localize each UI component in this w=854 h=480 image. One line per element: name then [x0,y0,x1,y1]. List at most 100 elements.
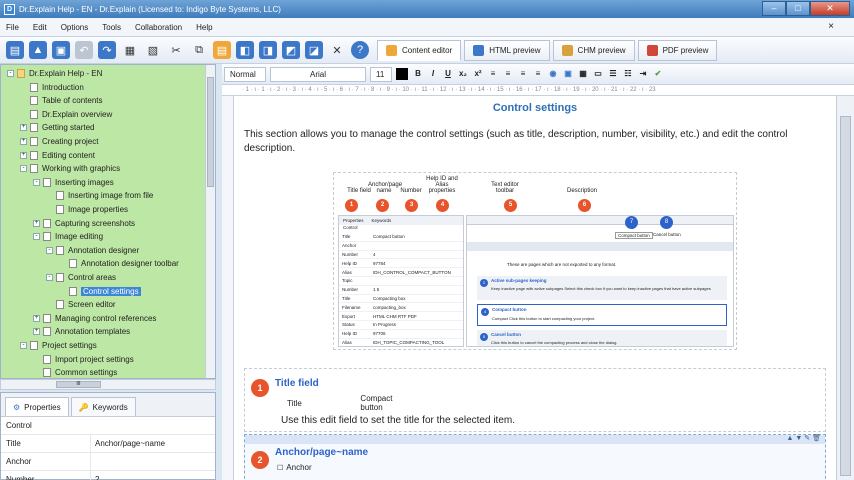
menu-edit[interactable]: Edit [33,23,47,32]
content-editor[interactable]: Control settings This section allows you… [234,96,836,480]
numbered-list-icon[interactable]: ☷ [622,68,634,80]
capture-screen-icon[interactable]: ◪ [305,41,323,59]
insert-page-icon[interactable]: ▦ [121,41,139,59]
menu-tools[interactable]: Tools [102,23,121,32]
collapse-icon[interactable]: - [46,274,53,281]
tree-item[interactable]: - Control areas [46,271,116,284]
annotated-screenshot[interactable]: Title field Anchor/page name Number Help… [333,172,737,350]
close-button[interactable]: ✕ [810,1,850,16]
close-document-icon[interactable]: × [828,21,834,32]
spellcheck-icon[interactable]: ✔ [652,68,664,80]
tree-item[interactable]: Control settings [59,285,141,298]
minimize-button[interactable]: – [762,1,786,16]
tree-item[interactable]: - Annotation designer [46,244,139,257]
tree-hscroll-thumb[interactable]: III [56,381,101,388]
align-center-icon[interactable]: ≡ [502,68,514,80]
capture-window-icon[interactable]: ◧ [236,41,254,59]
tree-hscrollbar[interactable]: III [0,379,216,390]
tree-item[interactable]: Common settings [33,366,117,378]
open-project-icon[interactable]: ▲ [29,41,47,59]
tab-pdf-preview[interactable]: PDF preview [637,39,718,61]
tree-item[interactable]: + Getting started [20,121,94,134]
copy-icon[interactable]: ⧉ [190,41,208,59]
expand-icon[interactable]: + [33,314,40,322]
content-scroll-thumb[interactable] [840,116,851,476]
menu-file[interactable]: File [6,23,19,32]
tree-item[interactable]: - Project settings [20,339,97,352]
tree-item[interactable]: Import project settings [33,353,134,366]
capture-region-icon[interactable]: ◨ [259,41,277,59]
underline-button[interactable]: U [442,68,454,80]
insert-field-icon[interactable]: ▭ [592,68,604,80]
control-section-anchor[interactable]: ▲ ▼ ✎ 🗑 2 Anchor/page~name ☐ Anchor [244,434,826,480]
tree-item[interactable]: + Capturing screenshots [33,217,135,230]
insert-child-page-icon[interactable]: ▧ [144,41,162,59]
tree-item[interactable]: + Editing content [20,149,95,162]
indent-icon[interactable]: ⇥ [637,68,649,80]
tools-icon[interactable]: ✕ [328,41,346,59]
help-icon[interactable]: ? [351,41,369,59]
align-left-icon[interactable]: ≡ [487,68,499,80]
tree-item[interactable]: Screen editor [46,298,116,311]
cut-icon[interactable]: ✂ [167,41,185,59]
style-select[interactable]: Normal [224,66,266,82]
tree-item[interactable]: Annotation designer toolbar [59,257,179,270]
collapse-icon[interactable]: - [46,246,53,254]
maximize-button[interactable]: □ [786,1,810,16]
subscript-button[interactable]: x₂ [457,68,469,80]
property-row[interactable]: Title Anchor/page~name [1,435,215,453]
tree-item[interactable]: Dr.Explain overview [20,108,112,121]
tab-chm-preview[interactable]: CHM preview [552,39,635,61]
insert-image-icon[interactable]: ▣ [562,68,574,80]
expand-icon[interactable]: + [20,151,27,159]
superscript-button[interactable]: x² [472,68,484,80]
tree-item[interactable]: + Managing control references [33,312,156,325]
checkbox-icon[interactable]: ☐ [277,465,283,472]
italic-button[interactable]: I [427,68,439,80]
control-section-title-field[interactable]: 1 Title field Title Compact button Use t… [244,368,826,432]
tab-properties[interactable]: ⚙ Properties [5,397,69,416]
tree-item[interactable]: - Dr.Explain Help - EN [7,67,102,80]
tree-item[interactable]: + Annotation templates [33,325,130,338]
align-right-icon[interactable]: ≡ [517,68,529,80]
expand-icon[interactable]: + [20,138,27,145]
tree-item[interactable]: Introduction [20,81,84,94]
tree-item[interactable]: Image properties [46,203,128,216]
collapse-icon[interactable]: - [33,178,40,186]
redo-icon[interactable]: ↷ [98,41,116,59]
menu-help[interactable]: Help [196,23,212,32]
insert-table-icon[interactable]: ▦ [577,68,589,80]
font-select[interactable]: Arial [270,66,366,82]
capture-object-icon[interactable]: ◩ [282,41,300,59]
save-icon[interactable]: ▣ [52,41,70,59]
bold-button[interactable]: B [412,68,424,80]
expand-icon[interactable]: + [20,124,27,132]
tab-content-editor[interactable]: Content editor [377,39,462,61]
expand-icon[interactable]: + [33,219,40,227]
collapse-icon[interactable]: - [20,165,27,173]
tree-scroll-thumb[interactable] [207,77,214,187]
insert-link-icon[interactable]: ◉ [547,68,559,80]
tree-item[interactable]: + Creating project [20,135,98,148]
font-size-select[interactable]: 11 [370,66,392,82]
paste-icon[interactable]: ▤ [213,41,231,59]
tree-item[interactable]: Inserting image from file [46,189,153,202]
tree-item[interactable]: - Inserting images [33,176,114,189]
justify-icon[interactable]: ≡ [532,68,544,80]
tree-item[interactable]: - Image editing [33,230,103,243]
content-scrollbar[interactable] [836,96,854,480]
tab-keywords[interactable]: 🔑 Keywords [70,397,136,416]
menu-options[interactable]: Options [61,23,89,32]
text-color-swatch[interactable] [396,68,408,80]
tree-item[interactable]: - Working with graphics [20,162,120,175]
tree-scrollbar[interactable] [205,65,215,378]
menu-collaboration[interactable]: Collaboration [135,23,182,32]
property-row[interactable]: Number 2 [1,471,215,480]
collapse-icon[interactable]: - [33,233,40,241]
property-row[interactable]: Anchor [1,453,215,471]
collapse-icon[interactable]: - [20,342,27,349]
collapse-icon[interactable]: - [7,70,14,77]
section-tools-icon[interactable]: ▲ ▼ ✎ 🗑 [787,434,821,442]
tab-html-preview[interactable]: HTML preview [464,39,550,61]
undo-icon[interactable]: ↶ [75,41,93,59]
